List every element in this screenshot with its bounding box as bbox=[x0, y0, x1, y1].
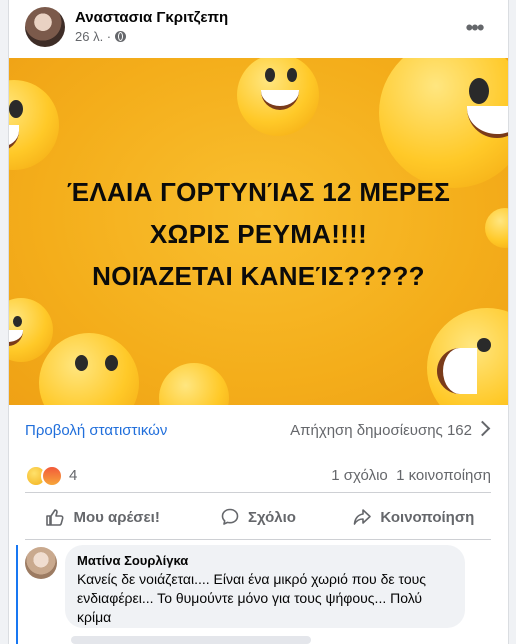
share-button[interactable]: Κοινοποίηση bbox=[336, 495, 491, 539]
comment-share-counts: 1 σχόλιο 1 κοινοποίηση bbox=[331, 467, 491, 484]
globe-icon bbox=[115, 31, 127, 42]
like-button[interactable]: Μου αρέσει! bbox=[25, 495, 180, 539]
comment-button[interactable]: Σχόλιο bbox=[180, 495, 335, 539]
emoji-decoration bbox=[9, 298, 53, 362]
post-meta: 26 λ. · bbox=[75, 29, 127, 44]
emoji-decoration bbox=[237, 58, 319, 136]
post-time[interactable]: 26 λ. · bbox=[75, 29, 111, 44]
reaction-count[interactable]: 4 bbox=[69, 467, 77, 484]
post-card: Αναστασια Γκριτζεπη 26 λ. · ••• ΈΛΑΙΑ ΓΟ… bbox=[8, 0, 509, 644]
post-reach[interactable]: Απήχηση δημοσίευσης 162 bbox=[290, 422, 472, 439]
comment-bubble: Ματίνα Σουρλίγκα Κανείς δε νοιάζεται....… bbox=[65, 545, 465, 628]
author-avatar[interactable] bbox=[25, 7, 65, 47]
thumbs-up-icon bbox=[46, 509, 65, 526]
caption-line-2: ΧΩΡΙΣ ΡΕΥΜΑ!!!! bbox=[149, 219, 368, 249]
emoji-decoration bbox=[427, 308, 508, 405]
comment-item: Ματίνα Σουρλίγκα Κανείς δε νοιάζεται....… bbox=[16, 545, 495, 644]
like-label: Μου αρέσει! bbox=[73, 508, 160, 526]
commenter-name[interactable]: Ματίνα Σουρλίγκα bbox=[77, 553, 453, 568]
emoji-decoration bbox=[159, 363, 229, 405]
caption-line-3: ΝΟΙΆΖΕΤΑΙ ΚΑΝΕΊΣ????? bbox=[92, 261, 425, 291]
reactions-summary: 4 1 σχόλιο 1 κοινοποίηση bbox=[25, 458, 491, 493]
caption-line-1: ΈΛΑΙΑ ΓΟΡΤΥΝΊΑΣ 12 ΜΕΡΕΣ bbox=[66, 177, 451, 207]
view-insights-link[interactable]: Προβολή στατιστικών bbox=[25, 422, 167, 439]
chevron-right-icon[interactable] bbox=[474, 420, 491, 437]
post-actions: Μου αρέσει! Σχόλιο Κοινοποίηση bbox=[25, 495, 491, 540]
comment-text: Κανείς δε νοιάζεται.... Είναι ένα μικρό … bbox=[77, 571, 427, 625]
more-options-icon[interactable]: ••• bbox=[456, 10, 492, 46]
emoji-decoration bbox=[39, 333, 139, 405]
angry-reaction-icon[interactable] bbox=[41, 465, 63, 487]
comment-icon bbox=[221, 508, 239, 525]
emoji-decoration bbox=[9, 80, 59, 170]
post-header: Αναστασια Γκριτζεπη 26 λ. · ••• bbox=[9, 0, 508, 58]
post-insights-bar: Προβολή στατιστικών Απήχηση δημοσίευσης … bbox=[9, 407, 508, 455]
comment-label: Σχόλιο bbox=[248, 508, 296, 526]
author-name[interactable]: Αναστασια Γκριτζεπη bbox=[75, 9, 228, 26]
share-label: Κοινοποίηση bbox=[380, 508, 475, 526]
commenter-avatar[interactable] bbox=[25, 547, 57, 579]
comment-count[interactable]: 1 σχόλιο bbox=[331, 467, 387, 484]
share-icon bbox=[354, 509, 372, 525]
comment-actions-row bbox=[71, 636, 311, 644]
image-caption: ΈΛΑΙΑ ΓΟΡΤΥΝΊΑΣ 12 ΜΕΡΕΣ ΧΩΡΙΣ ΡΕΥΜΑ!!!!… bbox=[9, 171, 508, 297]
emoji-decoration bbox=[379, 58, 508, 188]
share-count[interactable]: 1 κοινοποίηση bbox=[396, 467, 491, 484]
post-image[interactable]: ΈΛΑΙΑ ΓΟΡΤΥΝΊΑΣ 12 ΜΕΡΕΣ ΧΩΡΙΣ ΡΕΥΜΑ!!!!… bbox=[9, 58, 508, 405]
thread-indicator bbox=[16, 545, 18, 644]
